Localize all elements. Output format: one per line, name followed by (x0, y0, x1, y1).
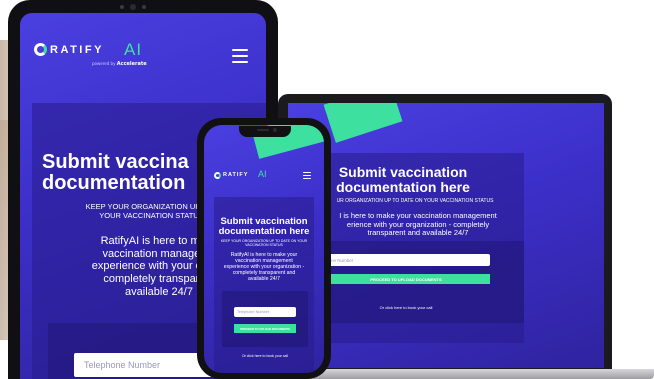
description-text: RatifyAI is here to make your vaccinatio… (223, 252, 305, 282)
logo-o-icon (214, 172, 221, 179)
logo: RATIFY AI (214, 169, 284, 187)
tablet-sensor-2 (142, 5, 146, 9)
proceed-upload-button[interactable]: PROCEED TO UPLOAD DOCUMENTS (322, 274, 490, 284)
telephone-input[interactable]: hone Number (322, 254, 490, 266)
book-call-link[interactable]: Or click here to book your call (222, 354, 308, 358)
phone-screen: RATIFY AI Submit vaccination documentati… (204, 125, 324, 373)
menu-icon[interactable] (232, 49, 248, 63)
logo-o-icon (34, 43, 47, 56)
logo: RATIFY AI powered by Accelerate (34, 40, 154, 73)
laptop-base (270, 369, 654, 379)
description-text: I is here to make your vaccination manag… (339, 211, 497, 238)
menu-icon[interactable] (303, 172, 311, 179)
phone-notch (239, 126, 291, 137)
book-call-link[interactable]: Or click here to book your call (322, 305, 490, 310)
page-title: Submit vaccination documentation here (218, 216, 310, 237)
decor-green-shape (323, 103, 403, 143)
logo-ai: AI (124, 40, 143, 59)
phone-camera (273, 128, 277, 132)
logo-ai: AI (258, 169, 267, 179)
logo-text: RATIFY (50, 44, 104, 56)
logo-tagline: powered by Accelerate (92, 61, 147, 67)
page-subtitle: UR ORGANIZATION UP TO DATE ON YOUR VACCI… (336, 198, 494, 204)
page-subtitle: KEEP YOUR ORGANIZATION UP TO DATE ON YOU… (220, 239, 308, 248)
phone-speaker (257, 129, 269, 131)
proceed-upload-button[interactable]: PROCEED TO UPLOAD DOCUMENTS (234, 324, 296, 333)
tablet-sensor (120, 5, 124, 9)
phone-form-card (222, 291, 308, 347)
logo-text: RATIFY (223, 172, 249, 178)
tablet-camera (130, 4, 136, 10)
telephone-input[interactable]: Telephone Number (234, 307, 296, 317)
laptop-screen: Submit vaccination documentation here UR… (288, 103, 604, 368)
